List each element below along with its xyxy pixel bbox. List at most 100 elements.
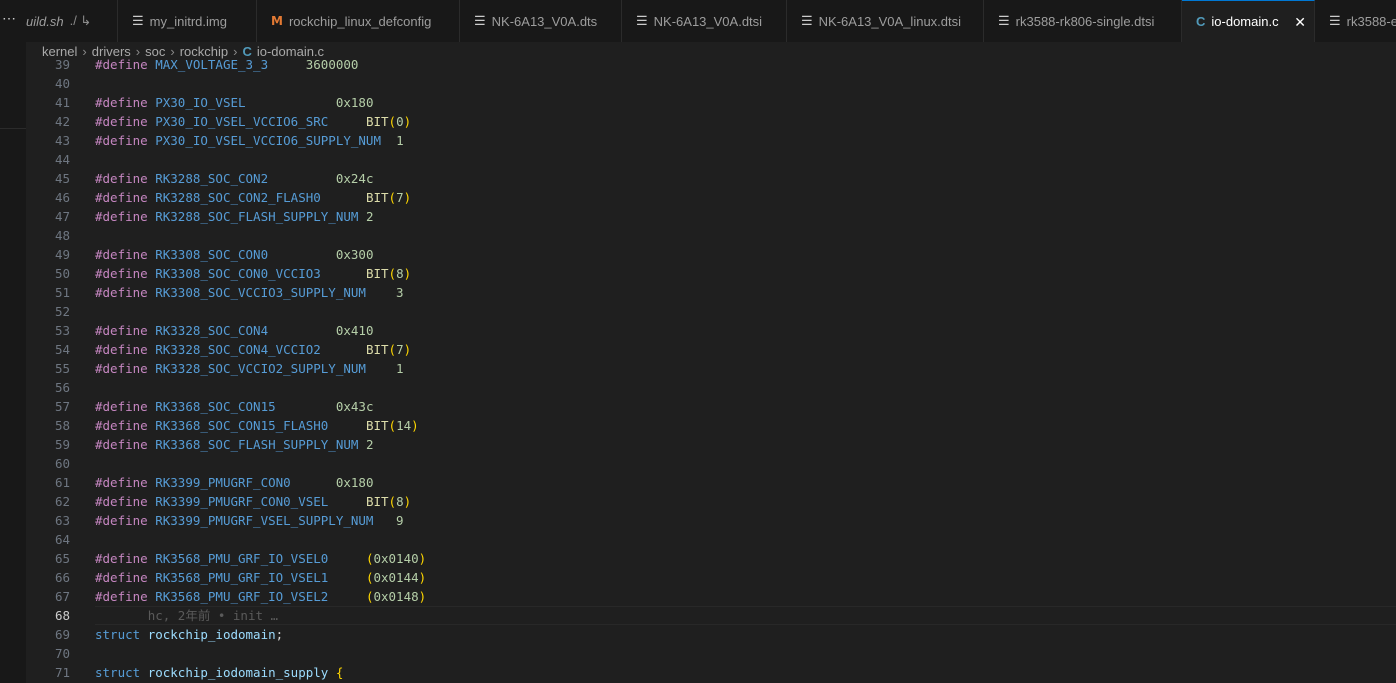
code-editor[interactable]: 39 #define MAX_VOLTAGE_3_3 3600000 40 41 #de… [26, 57, 1396, 683]
preprocessor-directive: #define [95, 418, 148, 433]
code-line[interactable]: 53 #define RK3328_SOC_CON4 0x410 [26, 321, 1396, 340]
file-lines-icon: ☰ [801, 13, 813, 28]
paren: ( [388, 266, 397, 281]
macro-name: RK3308_SOC_CON0 [155, 247, 269, 262]
preprocessor-directive: #define [95, 494, 148, 509]
tab-rk3588-rk806-single[interactable]: ☰ rk3588-rk806-single.dtsi [984, 0, 1182, 42]
code-text: #define RK3328_SOC_CON4_VCCIO2 BIT(7) [95, 340, 411, 359]
code-text: #define RK3399_PMUGRF_VSEL_SUPPLY_NUM 9 [95, 511, 404, 530]
code-line[interactable]: 47 #define RK3288_SOC_FLASH_SUPPLY_NUM 2 [26, 207, 1396, 226]
bit-macro: BIT [365, 266, 389, 281]
close-icon[interactable]: ✕ [1294, 14, 1306, 31]
line-number: 65 [54, 551, 70, 566]
code-line[interactable]: 65 #define RK3568_PMU_GRF_IO_VSEL0 (0x014… [26, 549, 1396, 568]
code-line[interactable]: 49 #define RK3308_SOC_CON0 0x300 [26, 245, 1396, 264]
code-line[interactable]: 58 #define RK3368_SOC_CON15_FLASH0 BIT(14… [26, 416, 1396, 435]
code-line[interactable]: 42 #define PX30_IO_VSEL_VCCIO6_SRC BIT(0) [26, 112, 1396, 131]
code-line[interactable]: 51 #define RK3308_SOC_VCCIO3_SUPPLY_NUM 3 [26, 283, 1396, 302]
code-line[interactable]: 67 #define RK3568_PMU_GRF_IO_VSEL2 (0x014… [26, 587, 1396, 606]
code-line[interactable]: 70 [26, 644, 1396, 663]
tab-path-suffix: ./ ↳ [69, 13, 92, 28]
macro-value: 0x0140 [373, 551, 419, 566]
code-line[interactable]: 60 [26, 454, 1396, 473]
struct-name: rockchip_iodomain [147, 627, 276, 642]
tab-my-initrd[interactable]: ☰ my_initrd.img [118, 0, 257, 42]
preprocessor-directive: #define [95, 437, 148, 452]
macro-name: RK3288_SOC_CON2_FLASH0 [155, 190, 321, 205]
bit-macro: BIT [365, 190, 389, 205]
code-line[interactable]: 71 struct rockchip_iodomain_supply { [26, 663, 1396, 682]
macro-value: 2 [365, 209, 374, 224]
paren: ) [411, 418, 419, 433]
file-lines-icon: ☰ [636, 13, 648, 28]
macro-value: 8 [396, 266, 404, 281]
tab-nk-6a13-dtsi[interactable]: ☰ NK-6A13_V0A.dtsi [622, 0, 787, 42]
tab-label: uild.sh [26, 13, 64, 29]
tab-build-sh[interactable]: uild.sh ./ ↳ [26, 0, 118, 42]
code-line[interactable]: 52 [26, 302, 1396, 321]
code-text: #define RK3368_SOC_CON15 0x43c [95, 397, 374, 416]
code-line[interactable]: 46 #define RK3288_SOC_CON2_FLASH0 BIT(7) [26, 188, 1396, 207]
code-line[interactable]: 62 #define RK3399_PMUGRF_CON0_VSEL BIT(8) [26, 492, 1396, 511]
code-line[interactable]: 44 [26, 150, 1396, 169]
activity-sidebar: ⋯ [0, 0, 26, 683]
paren: ( [388, 494, 397, 509]
tab-rockchip-linux-defconfig[interactable]: M rockchip_linux_defconfig [257, 0, 460, 42]
macro-value: 0x410 [335, 323, 374, 338]
line-number: 56 [54, 380, 70, 395]
line-number: 50 [54, 266, 70, 281]
editor-tab-bar: uild.sh ./ ↳ ☰ my_initrd.img M rockchip_… [26, 0, 1396, 43]
code-line[interactable]: 40 [26, 74, 1396, 93]
macro-value: 14 [396, 418, 412, 433]
code-line[interactable]: 43 #define PX30_IO_VSEL_VCCIO6_SUPPLY_NUM… [26, 131, 1396, 150]
code-line[interactable]: 56 [26, 378, 1396, 397]
preprocessor-directive: #define [95, 570, 148, 585]
macro-name: MAX_VOLTAGE_3_3 [155, 57, 269, 72]
line-number: 64 [54, 532, 70, 547]
code-line[interactable]: 63 #define RK3399_PMUGRF_VSEL_SUPPLY_NUM … [26, 511, 1396, 530]
preprocessor-directive: #define [95, 209, 148, 224]
line-number: 48 [54, 228, 70, 243]
code-line[interactable]: 68 hc, 2年前 • init … [26, 606, 1396, 625]
line-number: 51 [54, 285, 70, 300]
code-line[interactable]: 61 #define RK3399_PMUGRF_CON0 0x180 [26, 473, 1396, 492]
macro-value: 1 [396, 361, 404, 376]
makefile-m-icon: M [271, 14, 283, 28]
preprocessor-directive: #define [95, 190, 148, 205]
line-number: 40 [54, 76, 70, 91]
code-text: #define PX30_IO_VSEL 0x180 [95, 93, 373, 112]
tab-label: rk3588-rk806-single.dtsi [1015, 13, 1155, 29]
code-line[interactable]: 48 [26, 226, 1396, 245]
more-actions-icon[interactable]: ⋯ [2, 10, 16, 27]
line-number: 46 [54, 190, 70, 205]
code-line[interactable]: 66 #define RK3568_PMU_GRF_IO_VSEL1 (0x014… [26, 568, 1396, 587]
code-line[interactable]: 57 #define RK3368_SOC_CON15 0x43c [26, 397, 1396, 416]
line-number: 62 [54, 494, 70, 509]
code-line[interactable]: 64 [26, 530, 1396, 549]
code-line[interactable]: 69 struct rockchip_iodomain; [26, 625, 1396, 644]
code-line[interactable]: 39 #define MAX_VOLTAGE_3_3 3600000 [26, 57, 1396, 74]
macro-value: 3 [396, 285, 404, 300]
macro-value: 0x24c [335, 171, 374, 186]
line-number: 55 [54, 361, 70, 376]
macro-value: 1 [396, 133, 404, 148]
tab-nk-6a13-linux-dtsi[interactable]: ☰ NK-6A13_V0A_linux.dtsi [787, 0, 984, 42]
code-line[interactable]: 50 #define RK3308_SOC_CON0_VCCIO3 BIT(8) [26, 264, 1396, 283]
tab-label: my_initrd.img [149, 13, 227, 29]
tab-io-domain-c[interactable]: C io-domain.c ✕ [1182, 0, 1315, 42]
code-line[interactable]: 45 #define RK3288_SOC_CON2 0x24c [26, 169, 1396, 188]
tab-nk-6a13-dts[interactable]: ☰ NK-6A13_V0A.dts [460, 0, 622, 42]
macro-name: RK3328_SOC_CON4_VCCIO2 [155, 342, 321, 357]
tab-label: NK-6A13_V0A.dts [491, 13, 598, 29]
struct-name: rockchip_iodomain_supply [147, 665, 329, 680]
code-line[interactable]: 41 #define PX30_IO_VSEL 0x180 [26, 93, 1396, 112]
macro-value: 0x180 [335, 95, 374, 110]
code-text: hc, 2年前 • init … [95, 606, 278, 625]
macro-name: RK3568_PMU_GRF_IO_VSEL1 [155, 570, 329, 585]
file-lines-icon: ☰ [998, 13, 1010, 28]
semicolon: ; [275, 627, 284, 642]
code-line[interactable]: 59 #define RK3368_SOC_FLASH_SUPPLY_NUM 2 [26, 435, 1396, 454]
code-line[interactable]: 55 #define RK3328_SOC_VCCIO2_SUPPLY_NUM 1 [26, 359, 1396, 378]
tab-rk3588-e[interactable]: ☰ rk3588-e [1315, 0, 1396, 42]
code-line[interactable]: 54 #define RK3328_SOC_CON4_VCCIO2 BIT(7) [26, 340, 1396, 359]
